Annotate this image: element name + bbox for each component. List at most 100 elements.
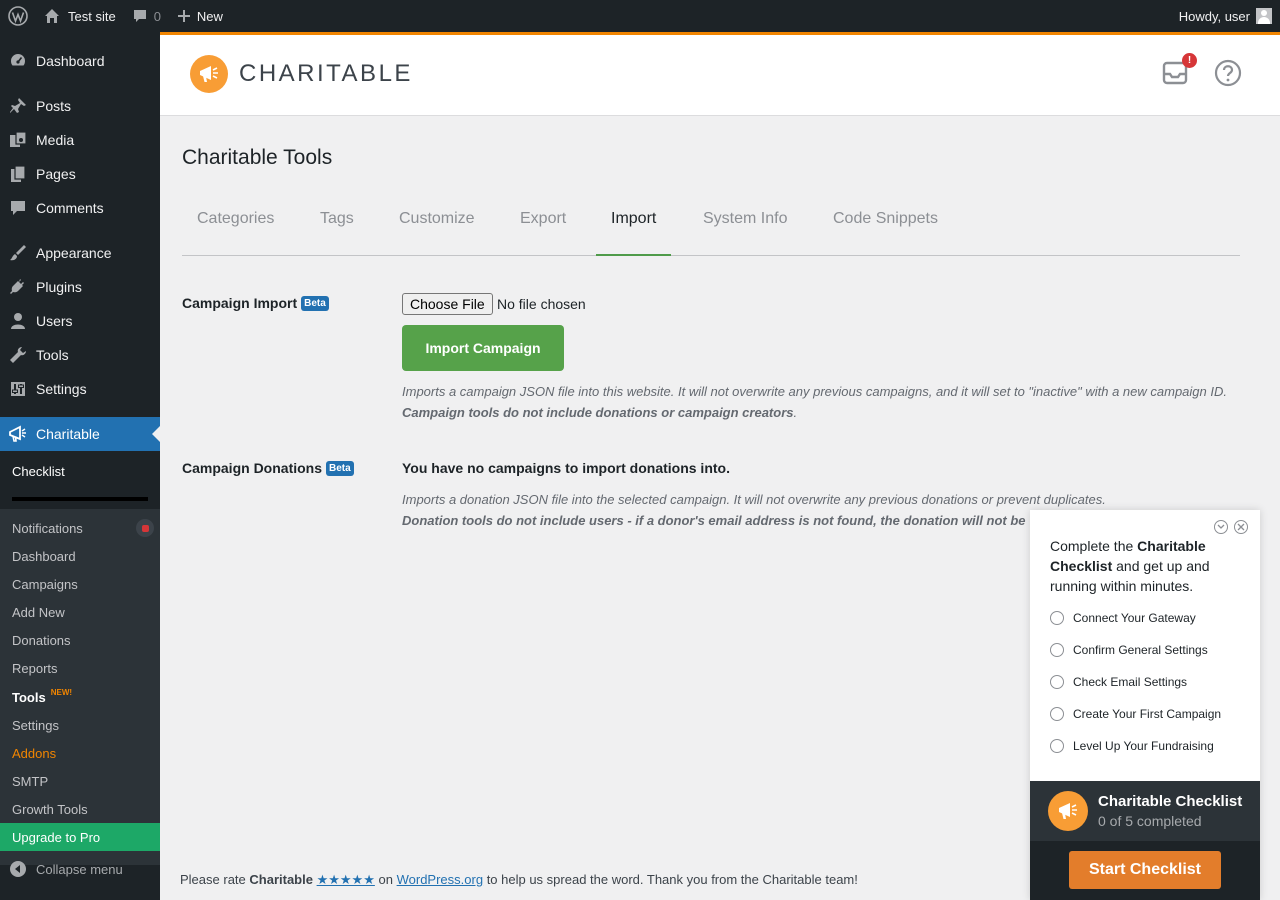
sidebar-item-label: Comments bbox=[36, 200, 104, 216]
close-widget-button[interactable] bbox=[1234, 520, 1248, 534]
megaphone-icon bbox=[0, 425, 36, 443]
sidebar-item-charitable[interactable]: Charitable bbox=[0, 417, 160, 451]
sidebar-item-label: Dashboard bbox=[36, 53, 105, 69]
sidebar-item-appearance[interactable]: Appearance bbox=[0, 236, 160, 270]
help-button[interactable] bbox=[1214, 59, 1242, 87]
admin-bar: Test site 0 New Howdy, user bbox=[0, 0, 1280, 32]
sidebar-item-settings[interactable]: Settings bbox=[0, 372, 160, 406]
no-campaigns-message: You have no campaigns to import donation… bbox=[402, 460, 730, 476]
beta-badge: Beta bbox=[326, 460, 354, 476]
submenu-label: Add New bbox=[12, 604, 65, 620]
submenu-add-new[interactable]: Add New bbox=[0, 598, 160, 626]
checklist-step[interactable]: Confirm General Settings bbox=[1050, 643, 1208, 657]
campaign-import-description: Imports a campaign JSON file into this w… bbox=[402, 381, 1227, 423]
submenu-addons[interactable]: Addons bbox=[0, 739, 160, 767]
sidebar-item-media[interactable]: Media bbox=[0, 123, 160, 157]
sidebar-item-pages[interactable]: Pages bbox=[0, 157, 160, 191]
tab-export[interactable]: Export bbox=[505, 196, 581, 256]
logo-text: CHARITABLE bbox=[239, 60, 413, 87]
footer-text: to help us spread the word. Thank you fr… bbox=[486, 872, 858, 887]
submenu-label: Donations bbox=[12, 632, 71, 648]
sidebar-item-tools[interactable]: Tools bbox=[0, 338, 160, 372]
choose-file-button[interactable]: Choose File bbox=[402, 293, 493, 315]
submenu-dashboard[interactable]: Dashboard bbox=[0, 542, 160, 570]
tab-system-info[interactable]: System Info bbox=[688, 196, 802, 256]
charitable-logo[interactable]: CHARITABLE bbox=[190, 55, 413, 93]
submenu-notifications[interactable]: Notifications bbox=[0, 514, 160, 542]
comments-link[interactable]: 0 bbox=[124, 0, 169, 32]
sidebar-item-label: Users bbox=[36, 313, 73, 329]
admin-footer: Please rate Charitable ★★★★★ on WordPres… bbox=[180, 872, 858, 888]
beta-badge: Beta bbox=[301, 295, 329, 311]
sidebar-item-label: Pages bbox=[36, 166, 76, 182]
import-campaign-button[interactable]: Import Campaign bbox=[402, 325, 564, 371]
rating-stars-link[interactable]: ★★★★★ bbox=[317, 872, 375, 887]
tab-import[interactable]: Import bbox=[596, 196, 672, 256]
new-content-link[interactable]: New bbox=[169, 0, 231, 32]
sidebar-item-users[interactable]: Users bbox=[0, 304, 160, 338]
tab-label: Tags bbox=[320, 210, 354, 227]
checklist-status-text: Charitable Checklist 0 of 5 completed bbox=[1098, 793, 1242, 829]
submenu-tools[interactable]: Tools NEW! bbox=[0, 683, 160, 711]
user-icon bbox=[0, 312, 36, 330]
sidebar-item-label: Appearance bbox=[36, 245, 112, 261]
checklist-footer: Charitable Checklist 0 of 5 completed St… bbox=[1030, 781, 1260, 900]
submenu-campaigns[interactable]: Campaigns bbox=[0, 570, 160, 598]
wordpress-logo-icon[interactable] bbox=[0, 0, 36, 32]
radio-icon bbox=[1050, 739, 1064, 753]
checklist-step[interactable]: Level Up Your Fundraising bbox=[1050, 739, 1214, 753]
row-label-text: Campaign Donations bbox=[182, 460, 323, 476]
checklist-step[interactable]: Connect Your Gateway bbox=[1050, 611, 1196, 625]
wordpress-org-link[interactable]: WordPress.org bbox=[397, 872, 483, 887]
inbox-button[interactable]: ! bbox=[1161, 53, 1197, 87]
checklist-step[interactable]: Create Your First Campaign bbox=[1050, 707, 1221, 721]
new-badge: NEW! bbox=[50, 687, 73, 697]
pin-icon bbox=[0, 97, 36, 115]
tab-label: Categories bbox=[197, 210, 275, 227]
submenu-smtp[interactable]: SMTP bbox=[0, 767, 160, 795]
submenu-settings[interactable]: Settings bbox=[0, 711, 160, 739]
description-bold-line: Campaign tools do not include donations … bbox=[402, 405, 794, 420]
collapse-menu-button[interactable]: Collapse menu bbox=[0, 852, 160, 886]
submenu-upgrade-to-pro[interactable]: Upgrade to Pro bbox=[0, 823, 160, 851]
settings-icon bbox=[0, 380, 36, 398]
sidebar-item-posts[interactable]: Posts bbox=[0, 89, 160, 123]
pages-icon bbox=[0, 165, 36, 183]
checklist-status-bar: Charitable Checklist 0 of 5 completed bbox=[1030, 781, 1260, 841]
sidebar-item-plugins[interactable]: Plugins bbox=[0, 270, 160, 304]
sidebar-item-dashboard[interactable]: Dashboard bbox=[0, 44, 160, 78]
submenu-donations[interactable]: Donations bbox=[0, 626, 160, 654]
charitable-submenu: Notifications Dashboard Campaigns Add Ne… bbox=[0, 451, 160, 865]
footer-text: on bbox=[378, 872, 393, 887]
submenu-label: Addons bbox=[12, 745, 57, 761]
description-line: Imports a campaign JSON file into this w… bbox=[402, 384, 1227, 399]
submenu-label: Notifications bbox=[12, 520, 83, 536]
submenu-checklist[interactable]: Checklist bbox=[0, 451, 160, 509]
submenu-reports[interactable]: Reports bbox=[0, 654, 160, 682]
comments-count: 0 bbox=[153, 8, 161, 24]
wrench-icon bbox=[0, 346, 36, 364]
minimize-widget-button[interactable] bbox=[1214, 520, 1228, 534]
radio-icon bbox=[1050, 611, 1064, 625]
admin-sidebar: Dashboard Posts Media Pages Comments App… bbox=[0, 32, 160, 900]
plug-icon bbox=[0, 278, 36, 296]
tab-code-snippets[interactable]: Code Snippets bbox=[818, 196, 953, 256]
submenu-label: Dashboard bbox=[12, 548, 76, 564]
submenu-label: Settings bbox=[12, 717, 59, 733]
tab-tags[interactable]: Tags bbox=[305, 196, 369, 256]
tab-categories[interactable]: Categories bbox=[182, 196, 289, 256]
submenu-growth-tools[interactable]: Growth Tools bbox=[0, 795, 160, 823]
submenu-label: Checklist bbox=[12, 464, 65, 479]
my-account[interactable]: Howdy, user bbox=[1179, 0, 1272, 32]
tab-customize[interactable]: Customize bbox=[384, 196, 490, 256]
site-name-link[interactable]: Test site bbox=[36, 0, 124, 32]
radio-icon bbox=[1050, 707, 1064, 721]
start-checklist-button[interactable]: Start Checklist bbox=[1069, 851, 1221, 889]
sidebar-item-comments[interactable]: Comments bbox=[0, 191, 160, 225]
sidebar-item-label: Media bbox=[36, 132, 75, 148]
checklist-step[interactable]: Check Email Settings bbox=[1050, 675, 1187, 689]
radio-icon bbox=[1050, 643, 1064, 657]
footer-brand: Charitable bbox=[249, 872, 313, 887]
campaign-donations-description: Imports a donation JSON file into the se… bbox=[402, 489, 1106, 531]
sidebar-item-label: Tools bbox=[36, 347, 69, 363]
